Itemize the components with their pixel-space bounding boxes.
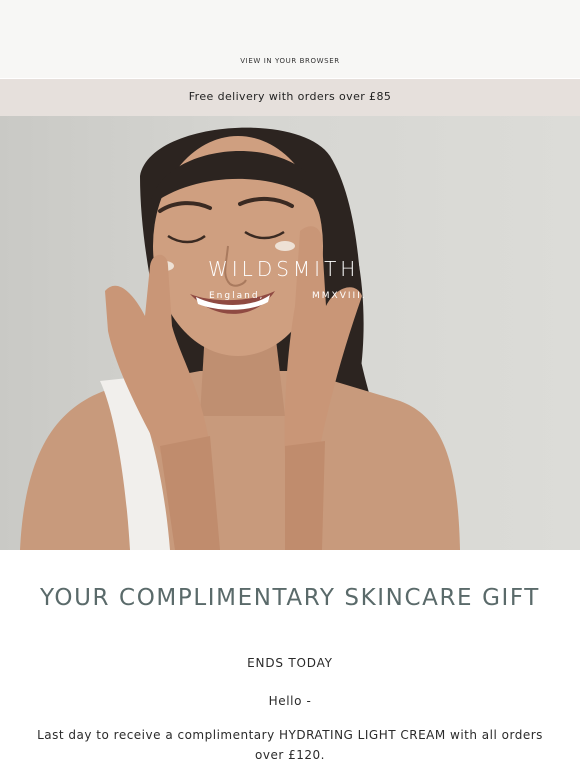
email-page: VIEW IN YOUR BROWSER Free delivery with … — [0, 0, 580, 774]
free-delivery-banner: Free delivery with orders over £85 — [0, 79, 580, 116]
hero-photo-illustration — [20, 127, 460, 550]
greeting: Hello - — [268, 694, 312, 708]
brand-place: England, — [209, 291, 265, 301]
wildsmith-logo: WILDSMITH — [208, 257, 360, 281]
preheader: VIEW IN YOUR BROWSER — [0, 0, 580, 78]
view-in-browser-link[interactable]: VIEW IN YOUR BROWSER — [0, 57, 580, 65]
brand-year: MMXVIII. — [312, 291, 367, 301]
offer-body-text: Last day to receive a complimentary HYDR… — [37, 728, 543, 762]
hero-image[interactable]: WILDSMITH England, MMXVIII. — [0, 116, 580, 550]
headline: YOUR COMPLIMENTARY SKINCARE GIFT — [40, 585, 540, 611]
ends-today-label: ENDS TODAY — [247, 656, 333, 670]
free-delivery-text: Free delivery with orders over £85 — [188, 90, 392, 103]
